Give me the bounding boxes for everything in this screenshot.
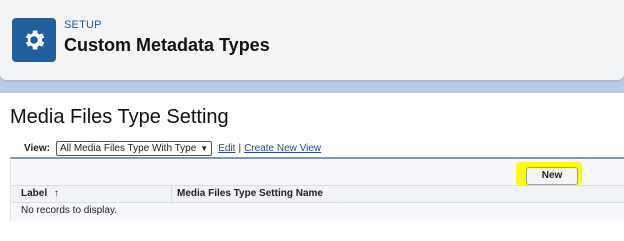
view-selected-value: All Media Files Type With Type [59, 143, 197, 154]
column-header-name[interactable]: Media Files Type Setting Name [177, 186, 323, 202]
setup-section-label: SETUP [64, 19, 102, 31]
edit-view-link[interactable]: Edit [218, 143, 235, 154]
view-dropdown[interactable]: All Media Files Type With Type ▼ [55, 141, 213, 156]
setup-header: SETUP Custom Metadata Types [0, 0, 624, 80]
view-label: View: [24, 143, 50, 154]
column-label-text: Label [21, 188, 48, 199]
main-content: Media Files Type Setting View: All Media… [0, 93, 624, 241]
table-header: Label ↑ Media Files Type Setting Name [11, 185, 624, 203]
gear-icon [12, 18, 56, 62]
new-button[interactable]: New [526, 167, 578, 185]
column-header-label[interactable]: Label ↑ [21, 186, 59, 202]
setup-title: Custom Metadata Types [64, 35, 270, 55]
page-title: Media Files Type Setting [10, 106, 229, 128]
empty-message: No records to display. [21, 205, 117, 216]
create-new-view-link[interactable]: Create New View [244, 143, 321, 154]
column-divider [171, 186, 172, 202]
sort-arrow-icon: ↑ [53, 188, 59, 199]
chevron-down-icon: ▼ [200, 144, 209, 153]
view-selector-row: View: All Media Files Type With Type ▼ E… [24, 141, 321, 156]
link-separator: | [238, 143, 242, 154]
list-panel: New Label ↑ Media Files Type Setting Nam… [10, 157, 624, 221]
